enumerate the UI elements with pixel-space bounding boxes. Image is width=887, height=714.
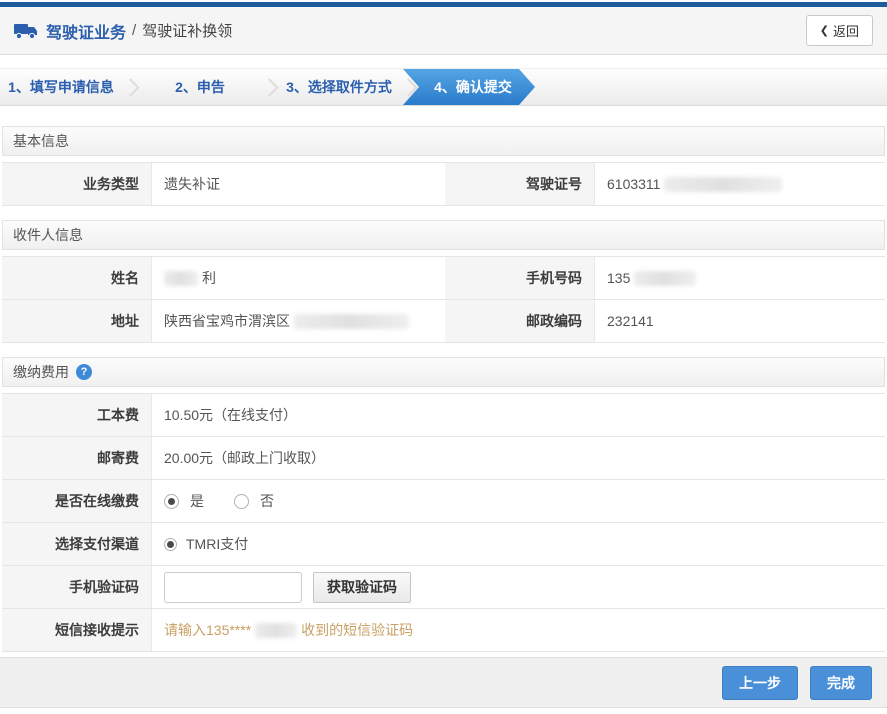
step-1-fill-application[interactable]: 1、填写申请信息 xyxy=(0,69,122,105)
redacted-address xyxy=(294,314,409,329)
table-row: 短信接收提示 请输入135**** 收到的短信验证码 xyxy=(2,609,885,652)
breadcrumb-current: 驾驶证补换领 xyxy=(142,20,232,41)
table-row: 工本费 10.50元（在线支付） xyxy=(2,394,885,437)
page-header: 驾驶证业务 / 驾驶证补换领 ❮ 返回 xyxy=(0,7,887,55)
captcha-label: 手机验证码 xyxy=(2,566,152,608)
basic-info-table: 业务类型 遗失补证 驾驶证号 6103311 xyxy=(2,162,885,206)
cost-fee-value: 10.50元（在线支付） xyxy=(152,394,885,436)
license-number-label: 驾驶证号 xyxy=(445,163,595,205)
step-3-pickup-method[interactable]: 3、选择取件方式 xyxy=(278,69,400,105)
section-payment-title: 缴纳费用 xyxy=(13,362,69,382)
name-value: 利 xyxy=(152,257,445,299)
redacted-phone-digits xyxy=(634,271,696,286)
table-row: 选择支付渠道 TMRI支付 xyxy=(2,523,885,566)
radio-no-label[interactable]: 否 xyxy=(260,491,274,511)
section-payment-header: 缴纳费用 ? xyxy=(2,357,885,387)
table-row: 姓名 利 手机号码 135 xyxy=(2,257,885,300)
cost-fee-label: 工本费 xyxy=(2,394,152,436)
redacted-sms-phone xyxy=(255,623,297,638)
phone-label: 手机号码 xyxy=(445,257,595,299)
phone-value: 135 xyxy=(595,257,885,299)
radio-online-pay-yes[interactable] xyxy=(164,494,179,509)
section-payment: 缴纳费用 ? 工本费 10.50元（在线支付） 邮寄费 20.00元（邮政上门收… xyxy=(2,357,885,652)
sms-hint-value: 请输入135**** 收到的短信验证码 xyxy=(152,609,885,651)
redacted-name xyxy=(164,271,198,286)
radio-online-pay-no[interactable] xyxy=(234,494,249,509)
postage-fee-text: 20.00元（邮政上门收取） xyxy=(164,448,325,468)
sms-hint-suffix-text: 收到的短信验证码 xyxy=(301,620,413,640)
sms-hint-label: 短信接收提示 xyxy=(2,609,152,651)
step-separator-chevron xyxy=(121,78,139,96)
previous-step-button[interactable]: 上一步 xyxy=(722,666,798,700)
section-recipient-info-title: 收件人信息 xyxy=(13,225,83,245)
captcha-field-group: 获取验证码 xyxy=(152,566,885,608)
get-captcha-button[interactable]: 获取验证码 xyxy=(313,572,411,603)
postcode-text: 232141 xyxy=(607,313,654,329)
section-basic-info-header: 基本信息 xyxy=(2,126,885,156)
address-label: 地址 xyxy=(2,300,152,342)
breadcrumb-separator: / xyxy=(132,22,136,39)
section-recipient-info: 收件人信息 姓名 利 手机号码 135 地址 陕西省宝鸡市渭滨区 邮政编码 23… xyxy=(2,220,885,343)
business-type-value: 遗失补证 xyxy=(152,163,445,205)
table-row: 地址 陕西省宝鸡市渭滨区 邮政编码 232141 xyxy=(2,300,885,343)
breadcrumb-title: 驾驶证业务 xyxy=(46,19,126,43)
back-button-label: 返回 xyxy=(833,21,859,40)
phone-visible-text: 135 xyxy=(607,270,630,286)
step-2-declaration[interactable]: 2、申告 xyxy=(139,69,261,105)
postcode-label: 邮政编码 xyxy=(445,300,595,342)
chevron-left-icon: ❮ xyxy=(820,24,829,37)
radio-yes-label[interactable]: 是 xyxy=(190,491,204,511)
back-button[interactable]: ❮ 返回 xyxy=(806,15,873,46)
radio-tmri-pay[interactable] xyxy=(164,538,177,551)
footer-action-bar: 上一步 完成 xyxy=(0,657,887,708)
license-number-value: 6103311 xyxy=(595,163,885,205)
name-label: 姓名 xyxy=(2,257,152,299)
table-row: 邮寄费 20.00元（邮政上门收取） xyxy=(2,437,885,480)
recipient-info-table: 姓名 利 手机号码 135 地址 陕西省宝鸡市渭滨区 邮政编码 232141 xyxy=(2,256,885,343)
cost-fee-text: 10.50元（在线支付） xyxy=(164,405,297,425)
help-icon[interactable]: ? xyxy=(76,364,92,380)
postcode-value: 232141 xyxy=(595,300,885,342)
online-pay-options: 是 否 xyxy=(152,480,885,522)
business-type-text: 遗失补证 xyxy=(164,174,220,194)
payment-channel-label: 选择支付渠道 xyxy=(2,523,152,565)
address-value: 陕西省宝鸡市渭滨区 xyxy=(152,300,445,342)
step-4-confirm-submit[interactable]: 4、确认提交 xyxy=(403,69,535,105)
captcha-input[interactable] xyxy=(164,572,302,603)
section-basic-info-title: 基本信息 xyxy=(13,131,69,151)
tmri-pay-label[interactable]: TMRI支付 xyxy=(186,534,248,554)
table-row: 业务类型 遗失补证 驾驶证号 6103311 xyxy=(2,163,885,206)
table-row: 是否在线缴费 是 否 xyxy=(2,480,885,523)
license-number-text: 6103311 xyxy=(607,176,660,192)
truck-icon xyxy=(14,22,38,40)
payment-channel-options: TMRI支付 xyxy=(152,523,885,565)
step-separator-chevron xyxy=(260,78,278,96)
section-basic-info: 基本信息 业务类型 遗失补证 驾驶证号 6103311 xyxy=(2,126,885,206)
postage-fee-value: 20.00元（邮政上门收取） xyxy=(152,437,885,479)
sms-hint-prefix-text: 请输入135**** xyxy=(164,620,251,640)
section-recipient-info-header: 收件人信息 xyxy=(2,220,885,250)
postage-fee-label: 邮寄费 xyxy=(2,437,152,479)
finish-button[interactable]: 完成 xyxy=(810,666,872,700)
payment-table: 工本费 10.50元（在线支付） 邮寄费 20.00元（邮政上门收取） 是否在线… xyxy=(2,393,885,652)
step-progress-bar: 1、填写申请信息 2、申告 3、选择取件方式 4、确认提交 xyxy=(0,68,887,106)
business-type-label: 业务类型 xyxy=(2,163,152,205)
address-visible-text: 陕西省宝鸡市渭滨区 xyxy=(164,311,290,331)
table-row: 手机验证码 获取验证码 xyxy=(2,566,885,609)
online-pay-label: 是否在线缴费 xyxy=(2,480,152,522)
redacted-license-digits xyxy=(664,177,782,192)
name-visible-text: 利 xyxy=(202,268,216,288)
